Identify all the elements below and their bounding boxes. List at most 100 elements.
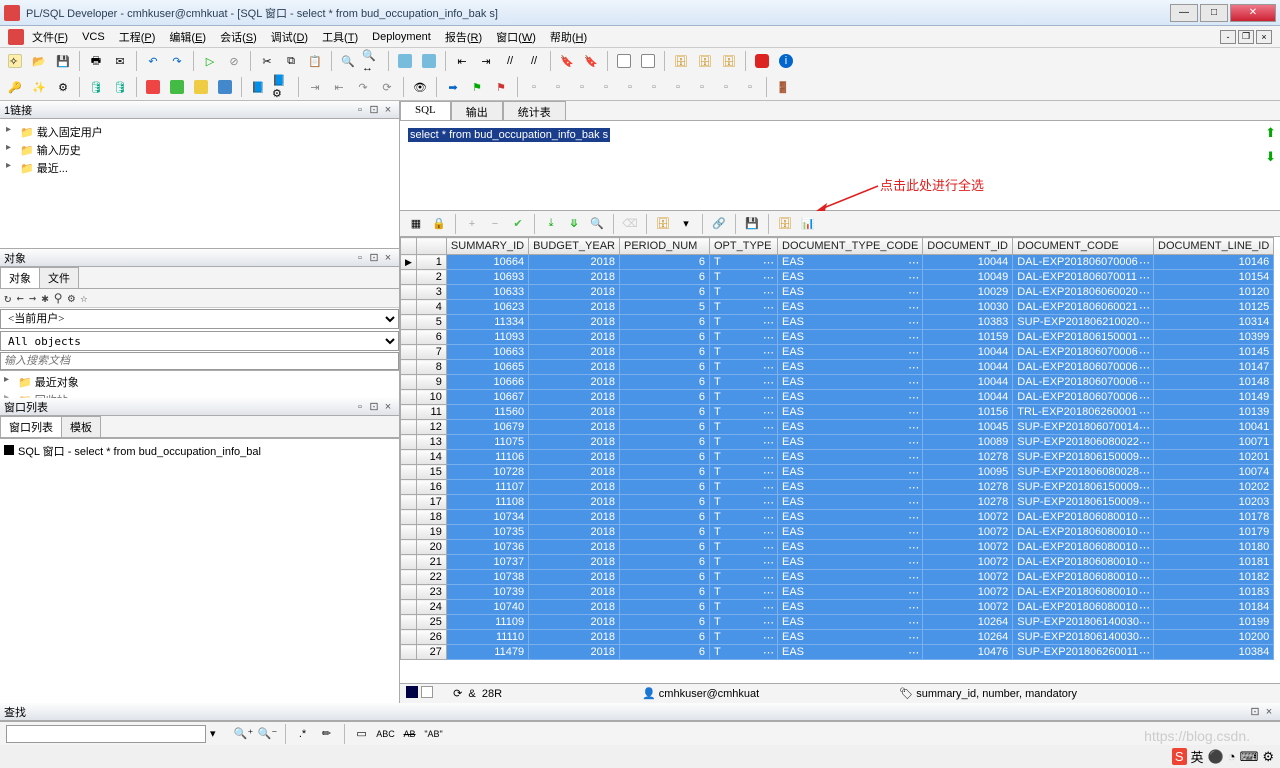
step-2[interactable]: ⇤ — [328, 76, 350, 98]
execute-button[interactable]: ▷ — [199, 50, 221, 72]
cell[interactable]: 10030 — [923, 300, 1013, 315]
cell[interactable]: 2018 — [529, 585, 620, 600]
cell[interactable]: SUP-EXP201806150009⋯ — [1013, 480, 1154, 495]
cell[interactable]: 10667 — [446, 390, 528, 405]
window-1[interactable] — [613, 50, 635, 72]
panel-pin2-icon[interactable]: ⊡ — [367, 103, 381, 116]
col-DOCUMENT_TYPE_CODE[interactable]: DOCUMENT_TYPE_CODE — [778, 238, 923, 255]
add-row-button[interactable]: + — [462, 214, 482, 234]
tab-output[interactable]: 输出 — [451, 101, 503, 120]
cell[interactable]: 10203 — [1154, 495, 1274, 510]
connections-tree[interactable]: 📁载入固定用户 📁输入历史 📁最近... — [0, 119, 399, 249]
cell[interactable]: 2018 — [529, 375, 620, 390]
run-flag[interactable]: ⚑ — [466, 76, 488, 98]
cell[interactable]: 6 — [620, 420, 710, 435]
new-button[interactable]: ✧ — [4, 50, 26, 72]
mail-button[interactable]: ✉ — [109, 50, 131, 72]
tab-sql[interactable]: SQL — [400, 101, 451, 120]
comment-button[interactable]: // — [499, 50, 521, 72]
cell[interactable]: T⋯ — [710, 255, 778, 270]
redo-button[interactable]: ↷ — [166, 50, 188, 72]
cell[interactable]: 6 — [620, 465, 710, 480]
cell[interactable]: T⋯ — [710, 315, 778, 330]
tree-recycle[interactable]: 回收站 — [35, 395, 68, 398]
user-combo[interactable]: <当前用户> — [0, 309, 399, 329]
sql-text[interactable]: select * from bud_occupation_info_bak s — [408, 128, 610, 142]
cell[interactable]: 10044 — [923, 375, 1013, 390]
cell[interactable]: 10737 — [446, 555, 528, 570]
tree-item[interactable]: 载入固定用户 — [37, 127, 103, 139]
cell[interactable]: EAS⋯ — [778, 330, 923, 345]
cell[interactable]: 10665 — [446, 360, 528, 375]
cell[interactable]: EAS⋯ — [778, 420, 923, 435]
cell[interactable]: 10149 — [1154, 390, 1274, 405]
cell[interactable]: 2018 — [529, 615, 620, 630]
key-button[interactable]: 🔑 — [4, 76, 26, 98]
cell[interactable]: 2018 — [529, 645, 620, 660]
cell[interactable]: 10159 — [923, 330, 1013, 345]
cell[interactable]: 10029 — [923, 285, 1013, 300]
tab-stats[interactable]: 统计表 — [503, 101, 566, 120]
save-button[interactable]: 💾 — [52, 50, 74, 72]
cell[interactable]: T⋯ — [710, 525, 778, 540]
cell[interactable]: T⋯ — [710, 480, 778, 495]
menu-调试(D)[interactable]: 调试(D) — [265, 27, 314, 47]
cell[interactable]: 2018 — [529, 495, 620, 510]
cell[interactable]: T⋯ — [710, 405, 778, 420]
grid-icon[interactable]: ▦ — [406, 214, 426, 234]
cell[interactable]: T⋯ — [710, 450, 778, 465]
col-OPT_TYPE[interactable]: OPT_TYPE — [710, 238, 778, 255]
find-abc-button[interactable]: ABC — [376, 724, 396, 744]
tab-winlist[interactable]: 窗口列表 — [0, 416, 62, 437]
menu-帮助(H)[interactable]: 帮助(H) — [544, 27, 593, 47]
col-DOCUMENT_CODE[interactable]: DOCUMENT_CODE — [1013, 238, 1154, 255]
cell[interactable]: 10044 — [923, 345, 1013, 360]
cell[interactable]: 6 — [620, 555, 710, 570]
cell[interactable]: EAS⋯ — [778, 630, 923, 645]
cell[interactable]: 10383 — [923, 315, 1013, 330]
link-button[interactable]: 🔗 — [709, 214, 729, 234]
result-grid[interactable]: SUMMARY_IDBUDGET_YEARPERIOD_NUMOPT_TYPED… — [400, 237, 1280, 683]
cell[interactable]: 10178 — [1154, 510, 1274, 525]
cell[interactable]: 10278 — [923, 480, 1013, 495]
step-4[interactable]: ⟳ — [376, 76, 398, 98]
fetch-all-button[interactable]: ⤋ — [564, 214, 584, 234]
cell[interactable]: 10728 — [446, 465, 528, 480]
panel-pin2-icon[interactable]: ⊡ — [367, 400, 381, 413]
cell[interactable]: EAS⋯ — [778, 525, 923, 540]
cell[interactable]: 11108 — [446, 495, 528, 510]
cell[interactable]: 6 — [620, 315, 710, 330]
cell[interactable]: 10146 — [1154, 255, 1274, 270]
panel-pin-icon[interactable]: ▫ — [353, 401, 367, 413]
cell[interactable]: EAS⋯ — [778, 465, 923, 480]
cell[interactable]: 2018 — [529, 285, 620, 300]
cell[interactable]: 6 — [620, 405, 710, 420]
cell[interactable]: 2018 — [529, 330, 620, 345]
cell[interactable]: EAS⋯ — [778, 585, 923, 600]
tree-recent[interactable]: 最近对象 — [35, 377, 79, 389]
print-button[interactable]: 🖶 — [85, 50, 107, 72]
close-button[interactable]: ✕ — [1230, 4, 1276, 22]
cell[interactable]: T⋯ — [710, 420, 778, 435]
cell[interactable]: SUP-EXP201806150009⋯ — [1013, 450, 1154, 465]
cell[interactable]: DAL-EXP201806080010⋯ — [1013, 570, 1154, 585]
cell[interactable]: 2018 — [529, 345, 620, 360]
cell[interactable]: 11560 — [446, 405, 528, 420]
menu-编辑(E)[interactable]: 编辑(E) — [163, 27, 212, 47]
cell[interactable]: 6 — [620, 285, 710, 300]
menu-报告(R)[interactable]: 报告(R) — [439, 27, 488, 47]
cell[interactable]: 6 — [620, 435, 710, 450]
commit-button[interactable]: ✔ — [508, 214, 528, 234]
cell[interactable]: 2018 — [529, 300, 620, 315]
uncomment-button[interactable]: // — [523, 50, 545, 72]
cell[interactable]: T⋯ — [710, 330, 778, 345]
cell[interactable]: DAL-EXP201806070006⋯ — [1013, 360, 1154, 375]
cell[interactable]: 6 — [620, 510, 710, 525]
menu-会话(S)[interactable]: 会话(S) — [214, 27, 263, 47]
col-PERIOD_NUM[interactable]: PERIOD_NUM — [620, 238, 710, 255]
tool-1[interactable] — [394, 50, 416, 72]
cell[interactable]: 2018 — [529, 315, 620, 330]
exit-button[interactable]: 🚪 — [772, 76, 794, 98]
cell[interactable]: 10184 — [1154, 600, 1274, 615]
cell[interactable]: 2018 — [529, 525, 620, 540]
